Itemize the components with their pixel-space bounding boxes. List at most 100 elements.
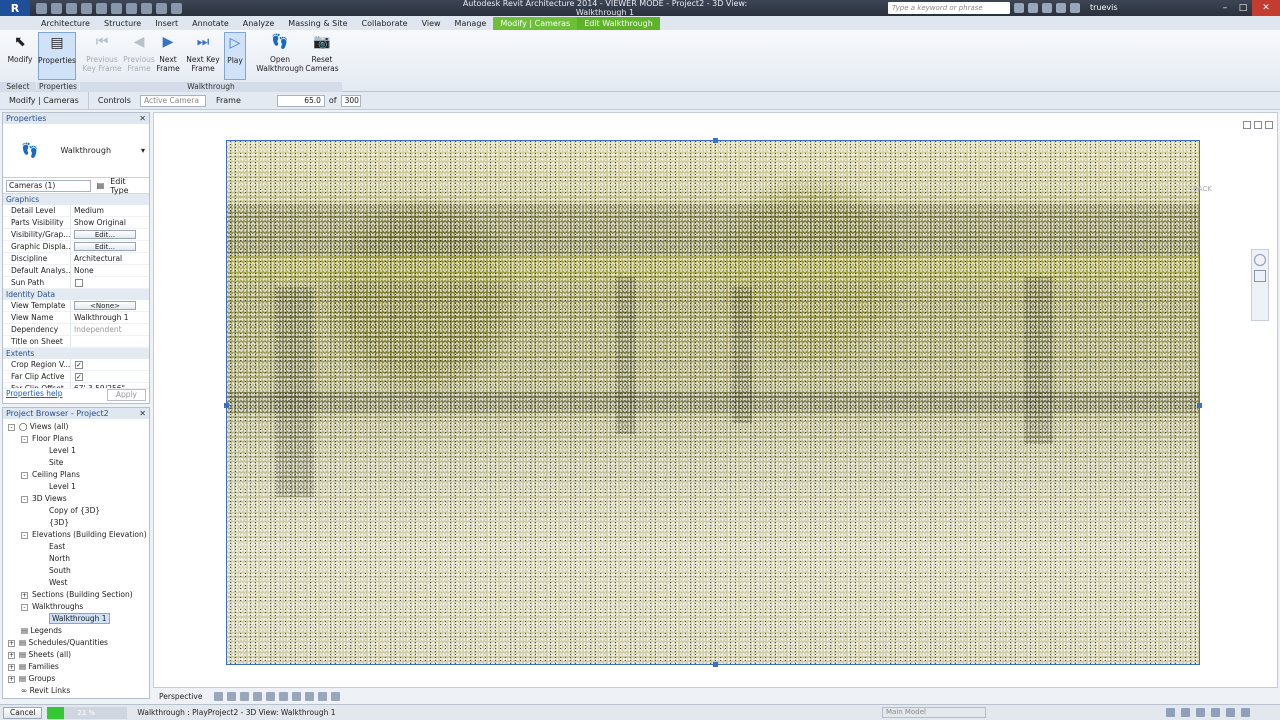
analytical-model-icon[interactable]: [331, 691, 341, 701]
zoom-icon[interactable]: [1254, 270, 1266, 282]
tab-manage[interactable]: Manage: [448, 17, 494, 30]
reveal-hidden-icon[interactable]: [318, 691, 328, 701]
edit-type-button[interactable]: Edit Type: [110, 177, 146, 195]
crop-handle-top[interactable]: [713, 138, 718, 143]
print-icon[interactable]: [96, 2, 107, 14]
modify-button[interactable]: ⬉ Modify: [6, 32, 34, 80]
restore-icon[interactable]: [1254, 121, 1262, 129]
previous-frame-button[interactable]: ◀ Previous Frame: [122, 32, 156, 80]
show-crop-icon[interactable]: [279, 691, 289, 701]
crop-view-icon[interactable]: [266, 691, 276, 701]
discipline-value[interactable]: Architectural: [71, 253, 122, 264]
tree-node-groups[interactable]: + ▤ Groups: [3, 673, 149, 685]
communication-icon[interactable]: [1042, 3, 1052, 13]
collapse-toggle-icon[interactable]: -: [21, 603, 28, 611]
sun-path-checkbox[interactable]: [75, 279, 83, 287]
crop-handle-right[interactable]: [1197, 402, 1202, 408]
close-icon[interactable]: ✕: [1252, 0, 1280, 16]
play-button[interactable]: ▷ Play: [224, 32, 246, 80]
instance-filter-select[interactable]: Cameras (1): [6, 179, 91, 192]
tree-node-3d[interactable]: {3D}: [3, 517, 149, 529]
hide-isolate-icon[interactable]: [305, 691, 315, 701]
tree-node-families[interactable]: + ▤ Families: [3, 661, 149, 673]
crop-region-checkbox[interactable]: ✓: [75, 361, 83, 369]
subscription-icon[interactable]: [1028, 3, 1038, 13]
frame-input[interactable]: 65.0: [276, 94, 325, 107]
tree-node-elevations[interactable]: - Elevations (Building Elevation): [3, 529, 149, 541]
title-on-sheet-value[interactable]: [71, 336, 74, 347]
far-clip-active-checkbox[interactable]: ✓: [75, 373, 83, 381]
close-icon[interactable]: ✕: [139, 408, 146, 419]
maximize-icon[interactable]: □: [1234, 0, 1252, 16]
properties-button[interactable]: ▤ Properties: [38, 32, 76, 80]
open-icon[interactable]: [36, 2, 47, 14]
select-underlay-icon[interactable]: [1181, 708, 1190, 717]
properties-help-link[interactable]: Properties help: [6, 389, 63, 401]
group-identity-data[interactable]: Identity Data: [3, 289, 149, 300]
tree-node-ceiling-plan-level-1[interactable]: Level 1: [3, 481, 149, 493]
visual-style-icon[interactable]: [214, 691, 224, 701]
open-walkthrough-button[interactable]: 👣 Open Walkthrough: [256, 32, 304, 80]
collapse-toggle-icon[interactable]: -: [21, 471, 28, 479]
group-graphics[interactable]: Graphics: [3, 194, 149, 205]
sun-path-icon[interactable]: [227, 691, 237, 701]
tree-node-south[interactable]: South: [3, 565, 149, 577]
tree-node-east[interactable]: East: [3, 541, 149, 553]
collapse-toggle-icon[interactable]: -: [21, 531, 28, 539]
steering-wheel-icon[interactable]: [1254, 254, 1266, 266]
steering-wheel-back-button[interactable]: BACK: [1193, 185, 1215, 199]
expand-toggle-icon[interactable]: +: [8, 639, 15, 647]
select-by-face-icon[interactable]: [1211, 708, 1220, 717]
expand-toggle-icon[interactable]: +: [8, 651, 15, 659]
tree-node-walkthroughs[interactable]: - Walkthroughs: [3, 601, 149, 613]
drag-elements-icon[interactable]: [1226, 708, 1235, 717]
collapse-toggle-icon[interactable]: -: [21, 495, 28, 503]
graphic-display-edit-button[interactable]: Edit...: [74, 242, 136, 251]
measure-icon[interactable]: [111, 2, 122, 14]
apply-button[interactable]: Apply: [106, 389, 146, 401]
default-analysis-value[interactable]: None: [71, 265, 94, 276]
chevron-down-icon[interactable]: ▾: [141, 146, 145, 155]
minimize-icon[interactable]: [1243, 121, 1251, 129]
view-name-value[interactable]: Walkthrough 1: [71, 312, 129, 323]
crop-handle-left[interactable]: [224, 402, 229, 408]
application-menu-button[interactable]: R: [0, 0, 30, 16]
tree-node-north[interactable]: North: [3, 553, 149, 565]
lock-icon[interactable]: [292, 691, 302, 701]
collapse-toggle-icon[interactable]: -: [8, 423, 15, 431]
controls-select[interactable]: Active Camera: [139, 94, 206, 107]
tree-node-walkthrough-1[interactable]: Walkthrough 1: [3, 613, 149, 625]
tab-structure[interactable]: Structure: [97, 17, 148, 30]
tree-node-revit-links[interactable]: ∞ Revit Links: [3, 685, 149, 697]
visibility-graphics-edit-button[interactable]: Edit...: [74, 230, 136, 239]
tab-annotate[interactable]: Annotate: [185, 17, 236, 30]
tree-node-floor-plan-site[interactable]: Site: [3, 457, 149, 469]
tree-node-3d-views[interactable]: -3D Views: [3, 493, 149, 505]
tree-node-copy-of-3d[interactable]: Copy of {3D}: [3, 505, 149, 517]
tree-node-west[interactable]: West: [3, 577, 149, 589]
signed-in-user[interactable]: truevis: [1090, 3, 1118, 12]
select-links-icon[interactable]: [1166, 708, 1175, 717]
shadows-icon[interactable]: [240, 691, 250, 701]
group-extents[interactable]: Extents: [3, 348, 149, 359]
detail-level-value[interactable]: Medium: [71, 205, 104, 216]
active-model-select[interactable]: Main Model: [882, 707, 986, 718]
tab-architecture[interactable]: Architecture: [34, 17, 97, 30]
thin-lines-icon[interactable]: [171, 2, 182, 14]
crop-handle-bottom[interactable]: [713, 662, 718, 667]
parts-visibility-value[interactable]: Show Original: [71, 217, 126, 228]
favorites-icon[interactable]: [1056, 3, 1066, 13]
undo-icon[interactable]: [66, 2, 77, 14]
tab-view[interactable]: View: [415, 17, 448, 30]
minimize-icon[interactable]: –: [1216, 0, 1234, 16]
tree-node-sheets[interactable]: + ▤ Sheets (all): [3, 649, 149, 661]
render-icon[interactable]: [253, 691, 263, 701]
expand-toggle-icon[interactable]: +: [8, 675, 15, 683]
next-frame-button[interactable]: ▶ Next Frame: [154, 32, 182, 80]
tree-node-floor-plans[interactable]: - Floor Plans: [3, 433, 149, 445]
tab-collaborate[interactable]: Collaborate: [355, 17, 415, 30]
tab-insert[interactable]: Insert: [148, 17, 185, 30]
tab-modify-cameras[interactable]: Modify | Cameras: [493, 17, 578, 30]
user-icon[interactable]: [1070, 3, 1080, 13]
previous-key-frame-button[interactable]: ⏮ Previous Key Frame: [82, 32, 122, 80]
